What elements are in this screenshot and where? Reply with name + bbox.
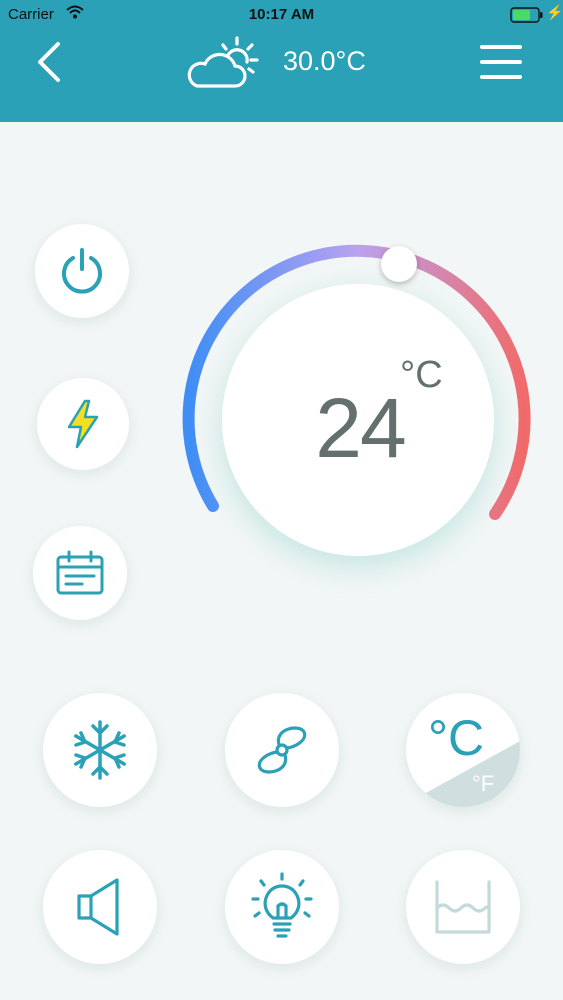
- fahrenheit-label: °F: [472, 771, 495, 796]
- celsius-label: °C: [428, 710, 485, 766]
- fan-icon: [257, 726, 307, 774]
- schedule-button[interactable]: [33, 526, 127, 620]
- lightning-icon: [67, 399, 99, 449]
- water-level-icon: [435, 880, 491, 934]
- fan-button[interactable]: [225, 693, 339, 807]
- speaker-icon: [77, 878, 119, 936]
- cool-mode-button[interactable]: [43, 693, 157, 807]
- back-button[interactable]: [28, 40, 72, 84]
- clock: 10:17 AM: [248, 6, 315, 23]
- temperature-unit: °C: [400, 354, 443, 396]
- light-button[interactable]: [225, 850, 339, 964]
- partly-cloudy-icon: [187, 36, 259, 88]
- charging-icon: ⚡: [546, 4, 563, 20]
- sound-button[interactable]: [43, 850, 157, 964]
- battery-icon: [510, 7, 543, 23]
- humidity-button[interactable]: [406, 850, 520, 964]
- status-bar: Carrier 10:17 AM ⚡: [0, 0, 563, 30]
- outdoor-temperature: 30.0°C: [283, 46, 366, 76]
- power-icon: [62, 248, 102, 294]
- snowflake-icon: [74, 720, 126, 780]
- app-header: Carrier 10:17 AM ⚡ 30.0°C: [0, 0, 563, 122]
- calendar-icon: [56, 550, 104, 595]
- unit-toggle-button[interactable]: °C °F: [406, 693, 520, 807]
- power-button[interactable]: [35, 224, 129, 318]
- bulb-icon: [251, 872, 313, 938]
- menu-button[interactable]: [478, 42, 524, 82]
- temperature-slider-knob[interactable]: [381, 246, 417, 282]
- eco-mode-button[interactable]: [37, 378, 129, 470]
